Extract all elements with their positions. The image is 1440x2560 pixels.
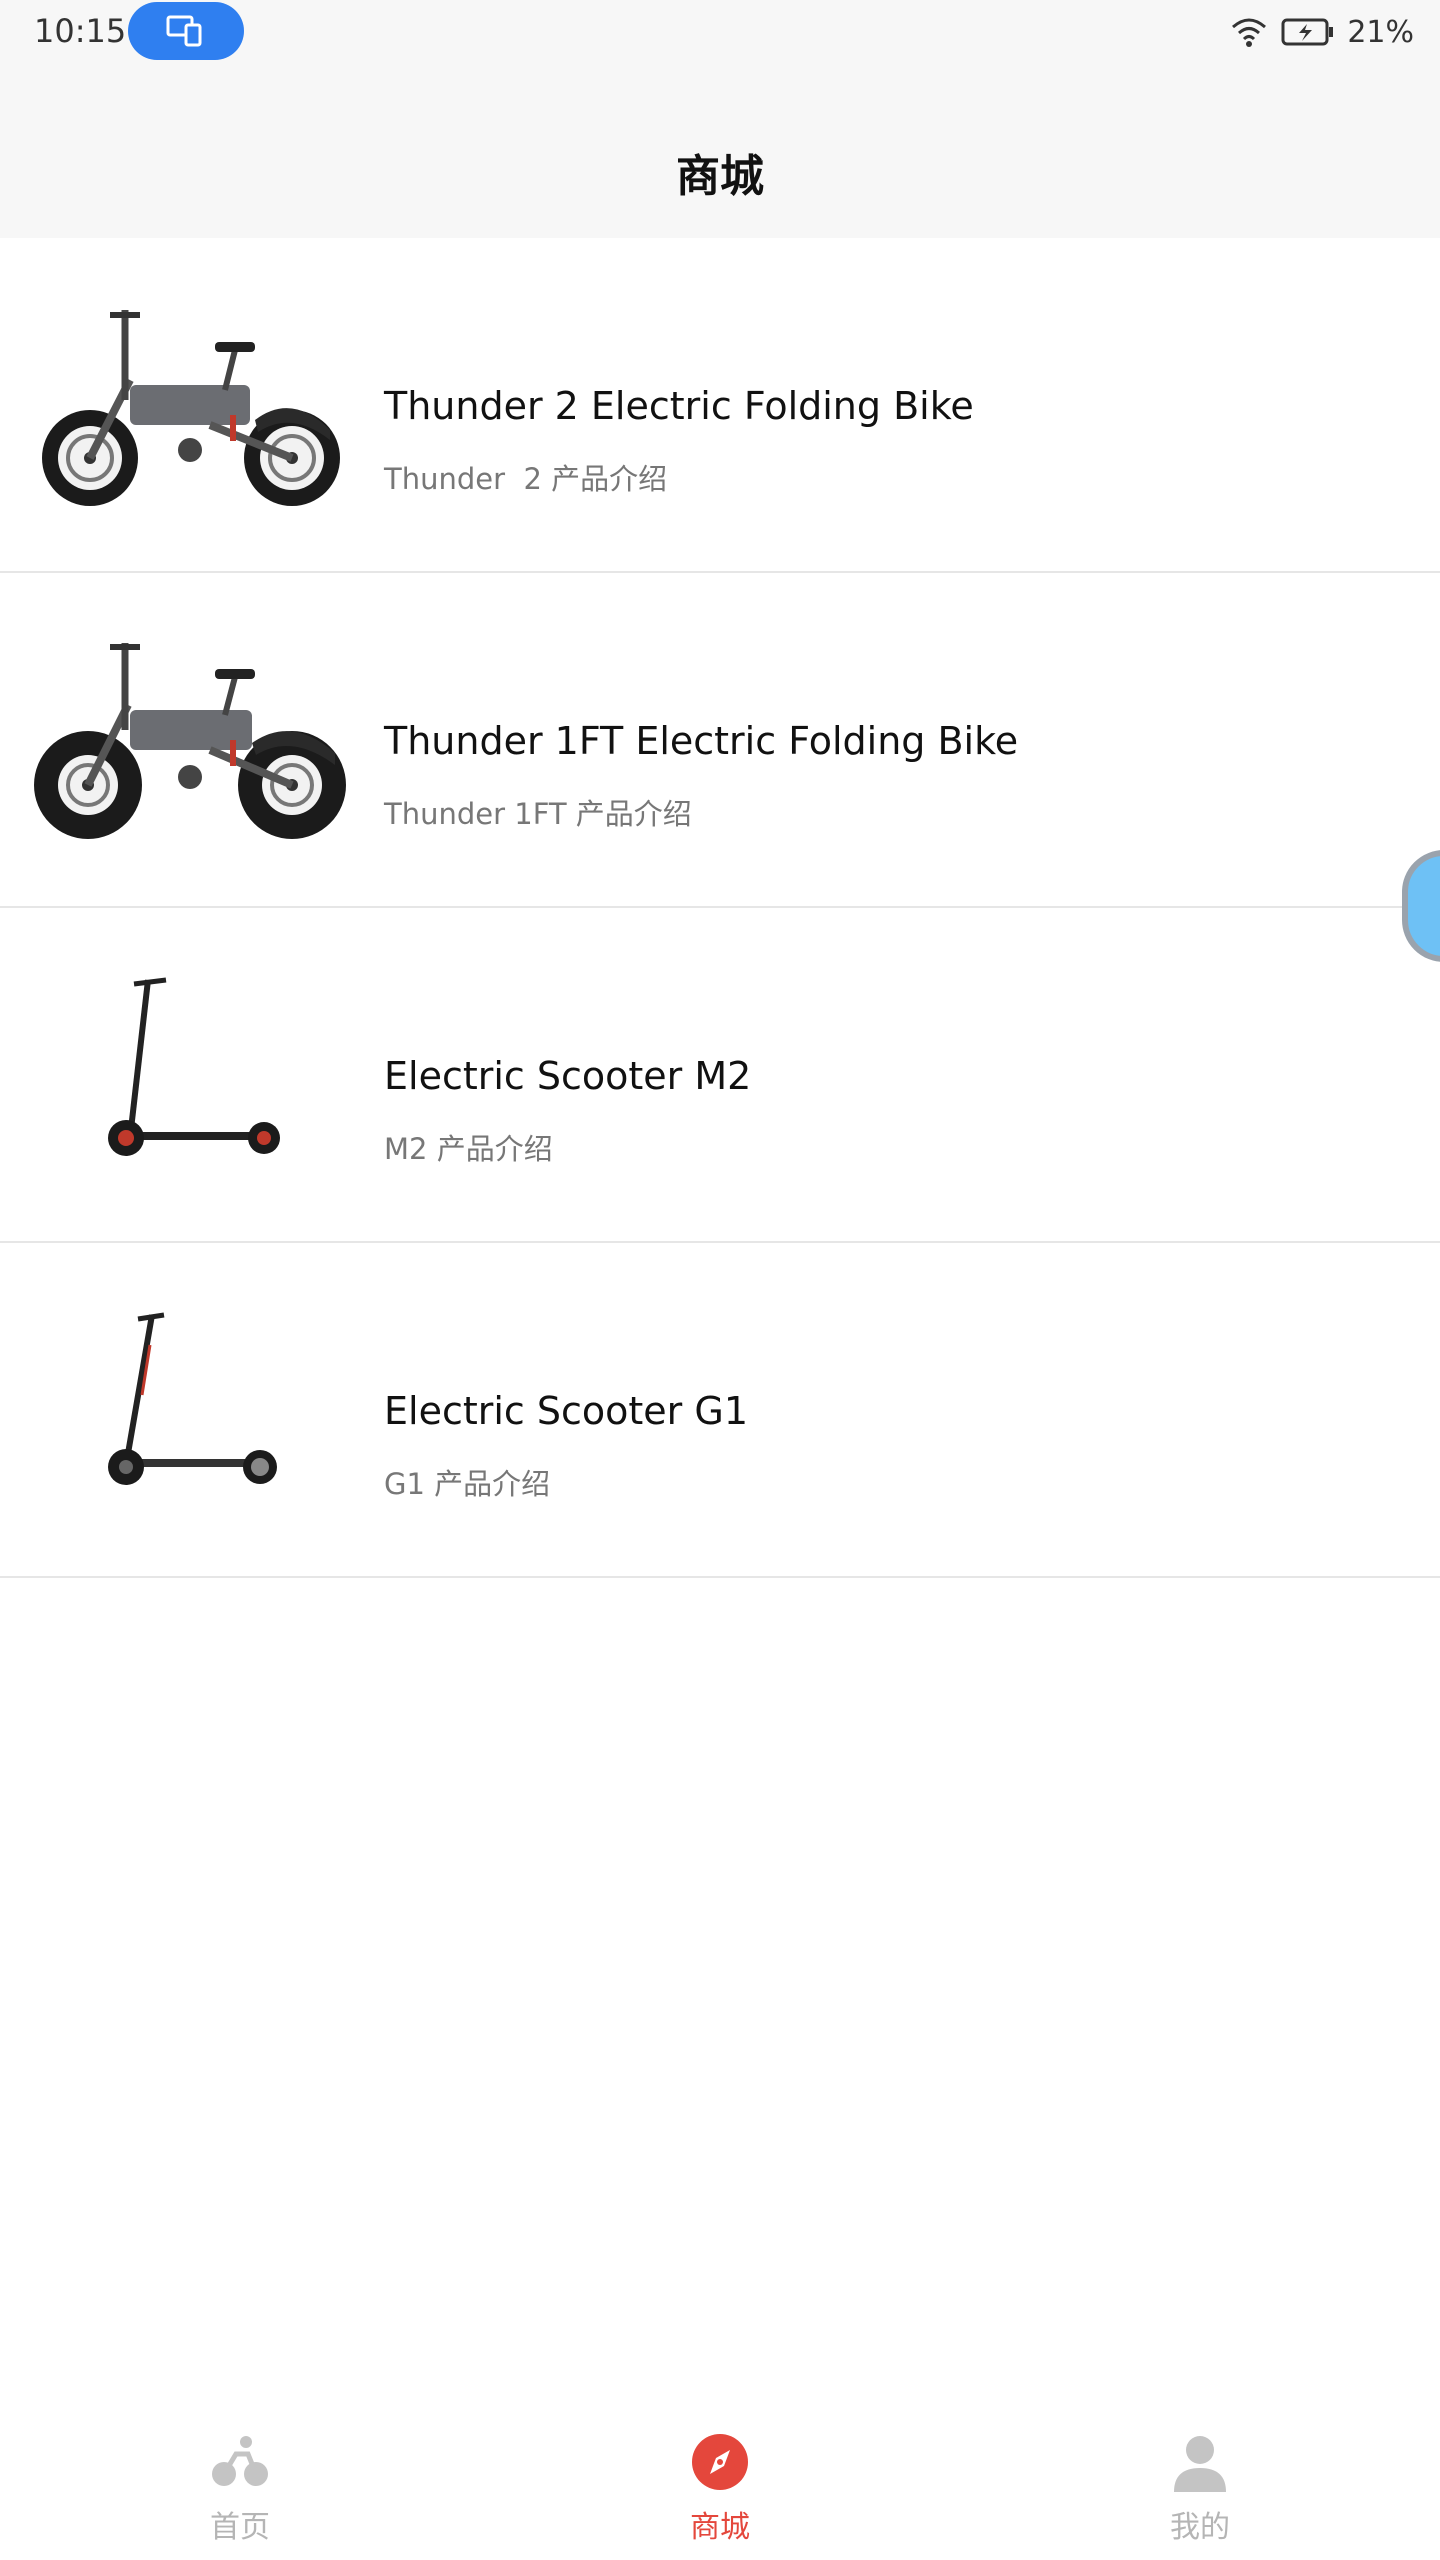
folding-bike-image — [42, 310, 340, 506]
compass-icon — [692, 2434, 748, 2490]
tab-label: 我的 — [1170, 2510, 1230, 2545]
product-item[interactable]: Electric Scooter G1 G1 产品介绍 — [0, 1243, 1440, 1578]
product-name: Thunder 1FT Electric Folding Bike — [384, 719, 1019, 763]
product-name: Electric Scooter G1 — [384, 1389, 749, 1433]
bike-icon — [212, 2436, 268, 2486]
product-desc: Thunder 2 产品介绍 — [384, 462, 668, 496]
fat-tire-bike-image — [34, 643, 346, 839]
status-icons: 21% — [1229, 12, 1414, 52]
page-title: 商城 — [676, 151, 764, 202]
tab-home[interactable]: 首页 — [140, 2430, 340, 2560]
status-time: 10:15 — [34, 12, 127, 50]
product-name: Thunder 2 Electric Folding Bike — [384, 384, 974, 428]
tab-profile[interactable]: 我的 — [1100, 2430, 1300, 2560]
person-icon — [1174, 2436, 1226, 2492]
tab-mall[interactable]: 商城 — [620, 2430, 820, 2560]
battery-percent: 21% — [1347, 14, 1414, 50]
top-bar: 10:15 21% 商城 — [0, 0, 1440, 238]
tab-bar: 首页 商城 我的 — [0, 2400, 1440, 2560]
tab-label: 商城 — [690, 2510, 750, 2545]
battery-charging-icon — [1281, 18, 1334, 46]
tab-label: 首页 — [210, 2510, 270, 2545]
product-list: Thunder 2 Electric Folding Bike Thunder … — [0, 238, 1440, 1578]
product-name: Electric Scooter M2 — [384, 1054, 752, 1098]
scooter-g1-image — [108, 1312, 277, 1485]
product-desc: G1 产品介绍 — [384, 1467, 551, 1501]
product-desc: M2 产品介绍 — [384, 1132, 553, 1166]
screen-share-icon — [166, 15, 202, 47]
product-desc: Thunder 1FT 产品介绍 — [384, 797, 692, 831]
wifi-icon — [1232, 18, 1267, 47]
product-item[interactable]: Thunder 1FT Electric Folding Bike Thunde… — [0, 573, 1440, 908]
screen: 10:15 21% 商城 Thunder 2 Electric Folding … — [0, 0, 1440, 2560]
product-item[interactable]: Thunder 2 Electric Folding Bike Thunder … — [0, 238, 1440, 573]
product-item[interactable]: Electric Scooter M2 M2 产品介绍 — [0, 908, 1440, 1243]
scooter-m2-image — [108, 977, 280, 1156]
screen-share-button[interactable] — [128, 2, 244, 60]
